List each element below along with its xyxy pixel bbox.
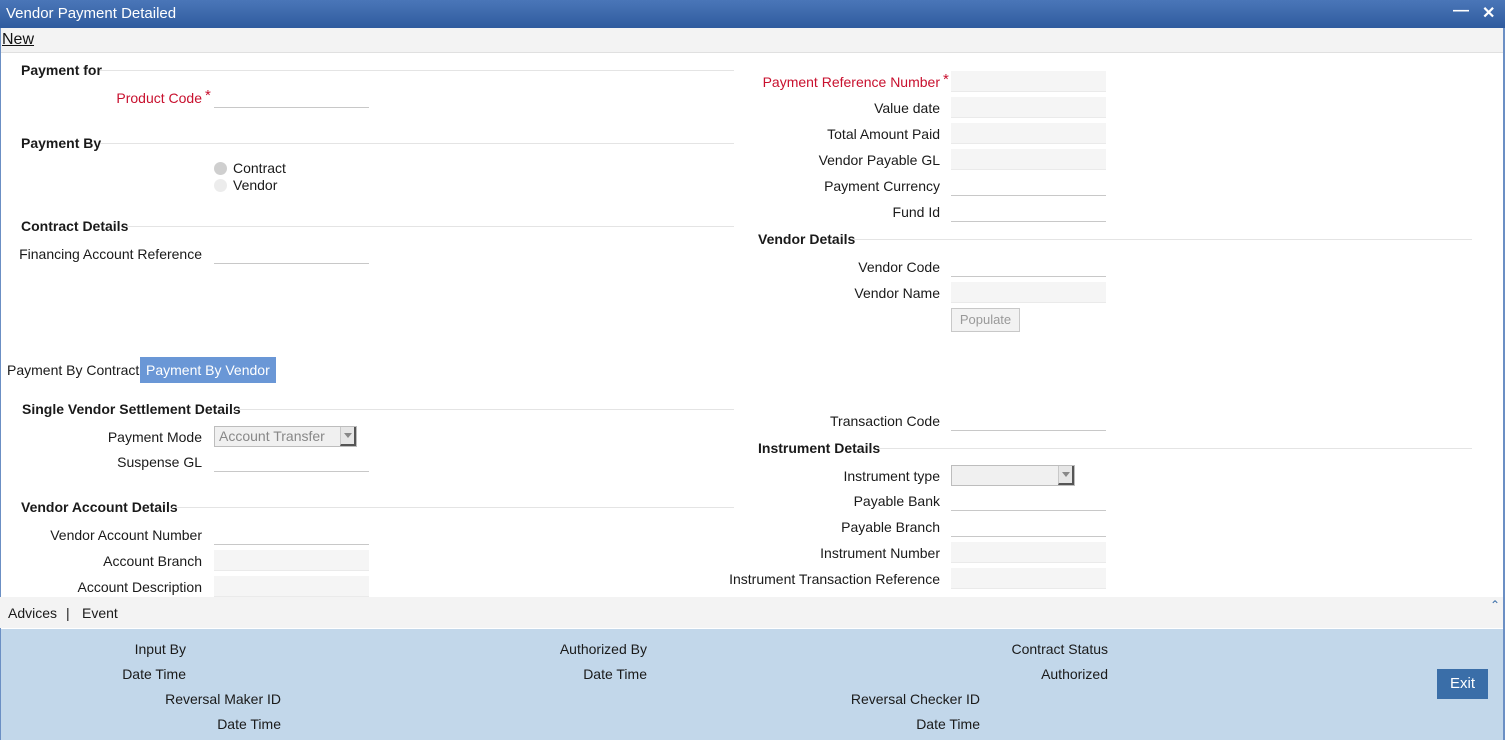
new-link[interactable]: New (2, 31, 34, 49)
transaction-code-input[interactable] (951, 410, 1106, 431)
vendor-name-input[interactable] (951, 282, 1106, 303)
contract-status-label: Contract Status (1011, 641, 1109, 657)
payment-mode-label: Payment Mode (107, 429, 202, 445)
fund-id-input[interactable] (951, 201, 1106, 222)
vendor-account-number-input[interactable] (214, 524, 369, 545)
vendor-radio-label: Vendor (233, 177, 278, 193)
section-rule (876, 448, 1472, 449)
payment-mode-select[interactable]: Account Transfer (214, 426, 357, 447)
section-rule (235, 409, 734, 410)
vendor-name-label: Vendor Name (854, 285, 940, 301)
vendor-code-input[interactable] (951, 256, 1106, 277)
tab-payment-by-contract[interactable]: Payment By Contract (7, 357, 139, 383)
links-bar: Advices | Event ⌃ (0, 597, 1503, 628)
payable-bank-label: Payable Bank (853, 493, 940, 509)
populate-button[interactable]: Populate (951, 308, 1020, 332)
required-mark: * (205, 87, 211, 104)
section-rule (100, 70, 734, 71)
reversal-checker-id-label: Reversal Checker ID (850, 691, 980, 707)
advices-link[interactable]: Advices (8, 605, 57, 621)
exit-button[interactable]: Exit (1437, 669, 1488, 699)
vendor-account-number-label: Vendor Account Number (50, 527, 202, 543)
audit-footer: Input By Date Time Reversal Maker ID Dat… (1, 629, 1503, 740)
suspense-gl-label: Suspense GL (117, 454, 202, 470)
settlement-heading: Single Vendor Settlement Details (22, 401, 241, 417)
menu-bar: New (0, 28, 1505, 53)
instrument-type-select[interactable] (951, 465, 1075, 486)
payment-reference-number-input[interactable] (951, 71, 1106, 92)
total-amount-paid-label: Total Amount Paid (827, 126, 940, 142)
payment-for-heading: Payment for (21, 62, 102, 78)
account-branch-input[interactable] (214, 550, 369, 571)
total-amount-paid-input[interactable] (951, 123, 1106, 144)
vendor-details-heading: Vendor Details (758, 231, 856, 247)
vendor-radio[interactable] (214, 179, 227, 192)
date-time-label: Date Time (916, 716, 980, 732)
window-title: Vendor Payment Detailed (6, 5, 177, 22)
account-description-label: Account Description (77, 579, 202, 595)
financing-account-reference-label: Financing Account Reference (19, 246, 202, 262)
input-by-label: Input By (134, 641, 186, 657)
instrument-type-label: Instrument type (843, 468, 941, 484)
payment-currency-input[interactable] (951, 175, 1106, 196)
event-link[interactable]: Event (82, 605, 118, 621)
vendor-account-heading: Vendor Account Details (21, 499, 178, 515)
instrument-transaction-reference-label: Instrument Transaction Reference (729, 571, 940, 587)
required-mark: * (943, 71, 949, 88)
account-branch-label: Account Branch (103, 553, 202, 569)
tab-payment-by-vendor[interactable]: Payment By Vendor (140, 357, 276, 383)
section-rule (125, 226, 734, 227)
value-date-label: Value date (874, 100, 940, 116)
payable-bank-input[interactable] (951, 490, 1106, 511)
account-description-input[interactable] (214, 576, 369, 597)
vendor-payable-gl-input[interactable] (951, 149, 1106, 170)
close-icon[interactable]: ✕ (1482, 3, 1495, 23)
date-time-label: Date Time (122, 666, 186, 682)
chevron-down-icon[interactable] (340, 427, 356, 446)
authorized-by-label: Authorized By (559, 641, 647, 657)
link-separator: | (66, 605, 70, 621)
chevron-up-icon[interactable]: ⌃ (1490, 598, 1500, 612)
product-code-input[interactable] (214, 87, 369, 108)
payable-branch-label: Payable Branch (841, 519, 940, 535)
suspense-gl-input[interactable] (214, 451, 369, 472)
financing-account-reference-input[interactable] (214, 243, 369, 264)
payment-by-heading: Payment By (21, 135, 102, 151)
product-code-label-text: Product Code (116, 90, 202, 106)
minimize-icon[interactable]: — (1453, 2, 1469, 20)
value-date-input[interactable] (951, 97, 1106, 118)
date-time-label: Date Time (217, 716, 281, 732)
vendor-code-label: Vendor Code (858, 259, 940, 275)
payment-currency-label: Payment Currency (824, 178, 940, 194)
instrument-details-heading: Instrument Details (758, 440, 881, 456)
title-bar: Vendor Payment Detailed — ✕ (0, 0, 1505, 28)
contract-radio-label: Contract (233, 160, 286, 176)
section-rule (100, 143, 734, 144)
payment-reference-number-label: Payment Reference Number (762, 74, 940, 90)
payment-mode-value: Account Transfer (219, 428, 325, 444)
chevron-down-icon[interactable] (1058, 466, 1074, 485)
section-rule (854, 239, 1472, 240)
fund-id-label: Fund Id (892, 204, 940, 220)
vendor-payable-gl-label: Vendor Payable GL (818, 152, 940, 168)
contract-details-heading: Contract Details (21, 218, 129, 234)
reversal-maker-id-label: Reversal Maker ID (165, 691, 281, 707)
product-code-label: Product Code (60, 90, 202, 106)
date-time-label: Date Time (583, 666, 647, 682)
authorized-status: Authorized (1041, 666, 1108, 682)
instrument-transaction-reference-input[interactable] (951, 568, 1106, 589)
contract-radio[interactable] (214, 162, 227, 175)
instrument-number-input[interactable] (951, 542, 1106, 563)
transaction-code-label: Transaction Code (830, 413, 940, 429)
payable-branch-input[interactable] (951, 516, 1106, 537)
section-rule (172, 507, 734, 508)
instrument-number-label: Instrument Number (820, 545, 940, 561)
